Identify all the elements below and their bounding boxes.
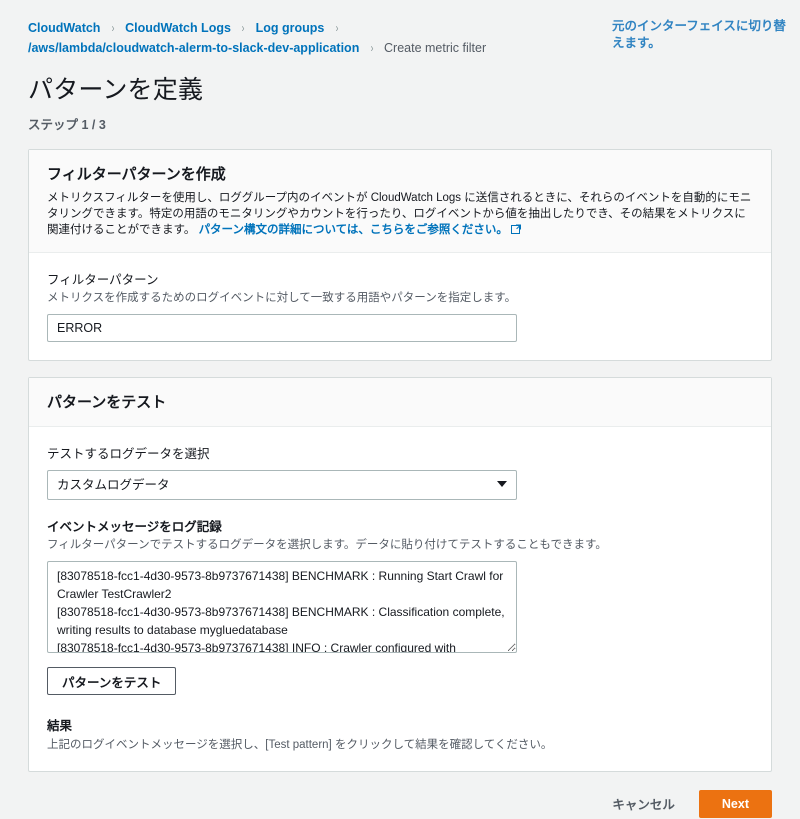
create-filter-pattern-description: メトリクスフィルターを使用し、ロググループ内のイベントが CloudWatch … (47, 190, 753, 239)
breadcrumb-separator-icon: › (241, 21, 245, 35)
cancel-button[interactable]: キャンセル (598, 788, 689, 819)
create-filter-pattern-card-header: フィルターパターンを作成 メトリクスフィルターを使用し、ロググループ内のイベント… (29, 150, 771, 253)
create-filter-pattern-card: フィルターパターンを作成 メトリクスフィルターを使用し、ロググループ内のイベント… (28, 149, 772, 361)
result-description: 上記のログイベントメッセージを選択し、[Test pattern] をクリックし… (47, 739, 553, 751)
filter-pattern-input[interactable] (47, 314, 517, 342)
breadcrumb-separator-icon: › (370, 41, 374, 55)
filter-pattern-label: フィルターパターン (47, 273, 159, 287)
breadcrumb-item-cloudwatch-logs[interactable]: CloudWatch Logs (125, 21, 231, 35)
test-pattern-button[interactable]: パターンをテスト (47, 667, 177, 695)
result-title: 結果 (47, 719, 73, 733)
result-block: 結果 上記のログイベントメッセージを選択し、[Test pattern] をクリ… (47, 715, 753, 753)
wizard-footer: キャンセル Next (0, 772, 800, 819)
filter-pattern-hint: メトリクスを作成するためのログイベントに対して一致する用語やパターンを指定します… (47, 292, 517, 304)
breadcrumb-item-log-groups[interactable]: Log groups (256, 21, 325, 35)
breadcrumb-item-current: Create metric filter (384, 41, 487, 55)
create-filter-pattern-title: フィルターパターンを作成 (47, 166, 226, 183)
pattern-syntax-doc-link[interactable]: パターン構文の詳細については、こちらをご参照ください。 (199, 224, 508, 236)
breadcrumb-separator-icon: › (335, 21, 339, 35)
breadcrumb-separator-icon: › (111, 21, 115, 35)
select-log-data-dropdown[interactable]: カスタムログデータ (47, 470, 517, 500)
page-title: パターンを定義 (28, 76, 204, 104)
log-event-messages-textarea[interactable]: [83078518-fcc1-4d30-9573-8b9737671438] B… (47, 561, 517, 653)
next-button[interactable]: Next (698, 789, 772, 818)
switch-to-original-interface-link[interactable]: 元のインターフェイスに切り替えます。 (612, 18, 792, 52)
test-pattern-card: パターンをテスト テストするログデータを選択 カスタムログデータ イベントメッセ… (28, 377, 772, 772)
breadcrumb-item-cloudwatch[interactable]: CloudWatch (28, 21, 100, 35)
test-pattern-card-header: パターンをテスト (29, 378, 771, 427)
external-link-icon (510, 223, 521, 239)
select-log-data-wrapper: カスタムログデータ (47, 470, 517, 500)
create-filter-pattern-card-body: フィルターパターン メトリクスを作成するためのログイベントに対して一致する用語や… (29, 253, 771, 360)
breadcrumb: CloudWatch › CloudWatch Logs › Log group… (28, 18, 548, 58)
test-pattern-title: パターンをテスト (47, 394, 167, 411)
select-log-data-label: テストするログデータを選択 (47, 447, 210, 461)
page-header: CloudWatch › CloudWatch Logs › Log group… (0, 0, 800, 133)
log-event-messages-hint: フィルターパターンでテストするログデータを選択します。データに貼り付けてテストす… (47, 539, 607, 551)
content-wrapper: フィルターパターンを作成 メトリクスフィルターを使用し、ロググループ内のイベント… (0, 149, 800, 772)
test-pattern-card-body: テストするログデータを選択 カスタムログデータ イベントメッセージをログ記録 フ… (29, 427, 771, 771)
page-step-indicator: ステップ 1 / 3 (28, 118, 106, 132)
log-event-messages-label: イベントメッセージをログ記録 (47, 520, 222, 534)
breadcrumb-item-log-group-name[interactable]: /aws/lambda/cloudwatch-alerm-to-slack-de… (28, 41, 359, 55)
